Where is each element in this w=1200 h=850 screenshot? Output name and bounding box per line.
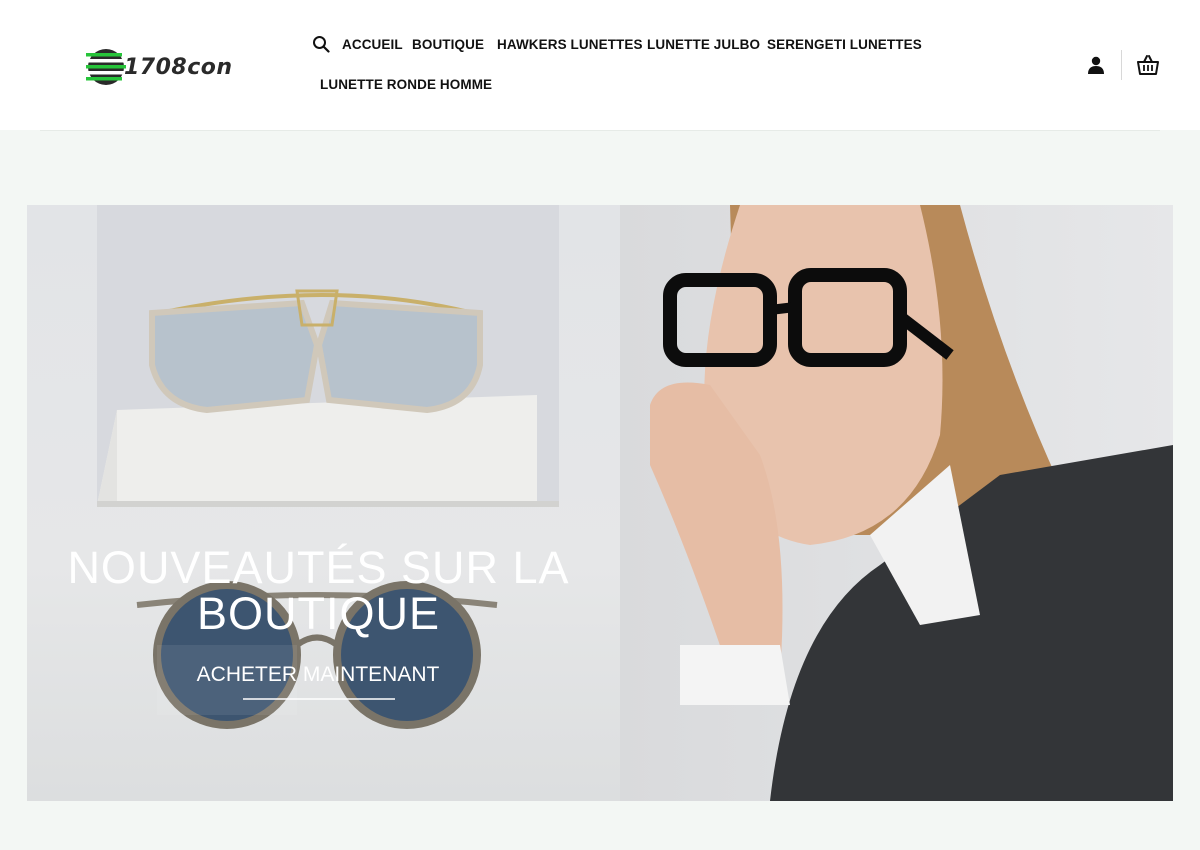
logo-text: 1708con bbox=[124, 54, 233, 80]
site-logo[interactable]: 1708con bbox=[86, 44, 256, 90]
shop-now-button[interactable]: ACHETER MAINTENANT bbox=[191, 663, 445, 687]
search-icon[interactable] bbox=[312, 35, 330, 53]
site-header: 1708con ACCUEIL BOUTIQUE HAWKERS LUNETTE… bbox=[0, 0, 1200, 130]
hero-banner: NOUVEAUTÉS SUR LA BOUTIQUE ACHETER MAINT… bbox=[27, 205, 1173, 801]
basket-icon[interactable] bbox=[1136, 53, 1160, 77]
hero-model-photo bbox=[620, 205, 1173, 801]
nav-item-boutique[interactable]: BOUTIQUE bbox=[412, 37, 484, 52]
header-divider bbox=[1121, 50, 1122, 80]
logo-stripes-icon bbox=[86, 49, 126, 85]
nav-item-serengeti-lunettes[interactable]: SERENGETI LUNETTES bbox=[767, 37, 922, 52]
cta-underline bbox=[243, 698, 395, 700]
user-icon[interactable] bbox=[1086, 55, 1106, 75]
nav-item-lunette-ronde-homme[interactable]: LUNETTE RONDE HOMME bbox=[320, 77, 492, 92]
model-illustration bbox=[650, 205, 1173, 801]
nav-item-hawkers-lunettes[interactable]: HAWKERS LUNETTES bbox=[497, 37, 643, 52]
sunglasses-illustration bbox=[97, 205, 559, 729]
nav-item-lunette-julbo[interactable]: LUNETTE JULBO bbox=[647, 37, 760, 52]
nav-item-accueil[interactable]: ACCUEIL bbox=[342, 37, 403, 52]
hero-title: NOUVEAUTÉS SUR LA BOUTIQUE bbox=[67, 542, 570, 639]
hero-sunglasses-photo bbox=[27, 205, 620, 801]
header-separator bbox=[40, 130, 1160, 131]
